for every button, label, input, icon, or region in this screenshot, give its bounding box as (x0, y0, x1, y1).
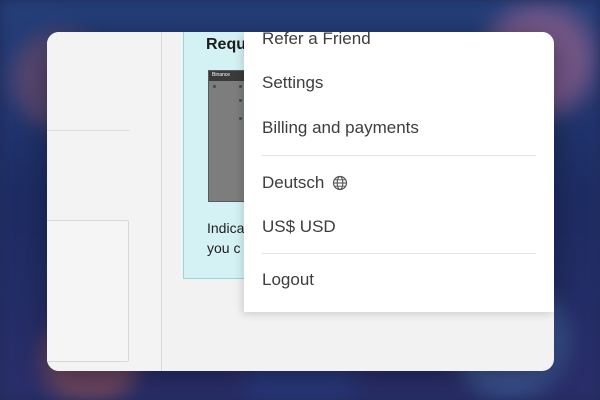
vertical-divider (161, 32, 162, 371)
account-dropdown-menu: Refer a Friend Settings Billing and paym… (244, 32, 554, 312)
menu-item-refer-a-friend[interactable]: Refer a Friend (262, 32, 371, 49)
menu-item-label: Logout (262, 270, 314, 289)
menu-item-label: Settings (262, 73, 324, 92)
menu-item-billing-and-payments[interactable]: Billing and payments (262, 118, 419, 138)
left-panel (47, 32, 161, 371)
menu-item-logout[interactable]: Logout (262, 270, 314, 290)
left-divider (47, 130, 130, 131)
app-window: Requ Binance Indica you c Refer a Friend… (47, 32, 554, 371)
menu-item-label: Refer a Friend (262, 32, 371, 48)
thumbnail-title: Binance (212, 72, 231, 78)
menu-item-settings[interactable]: Settings (262, 73, 323, 93)
menu-separator (262, 253, 536, 254)
promo-title: Requ (206, 36, 246, 53)
menu-item-language[interactable]: Deutsch (262, 173, 348, 193)
thumbnail-dot (213, 85, 216, 88)
thumbnail-dot (239, 99, 242, 102)
globe-icon (332, 175, 348, 191)
left-content-box[interactable] (47, 220, 129, 362)
menu-item-currency[interactable]: US$ USD (262, 217, 336, 237)
thumbnail-dot (239, 85, 242, 88)
menu-item-label: Deutsch (262, 173, 325, 192)
menu-item-label: US$ USD (262, 217, 336, 236)
thumbnail-dot (239, 117, 242, 120)
menu-separator (262, 155, 536, 156)
menu-item-label: Billing and payments (262, 118, 419, 137)
